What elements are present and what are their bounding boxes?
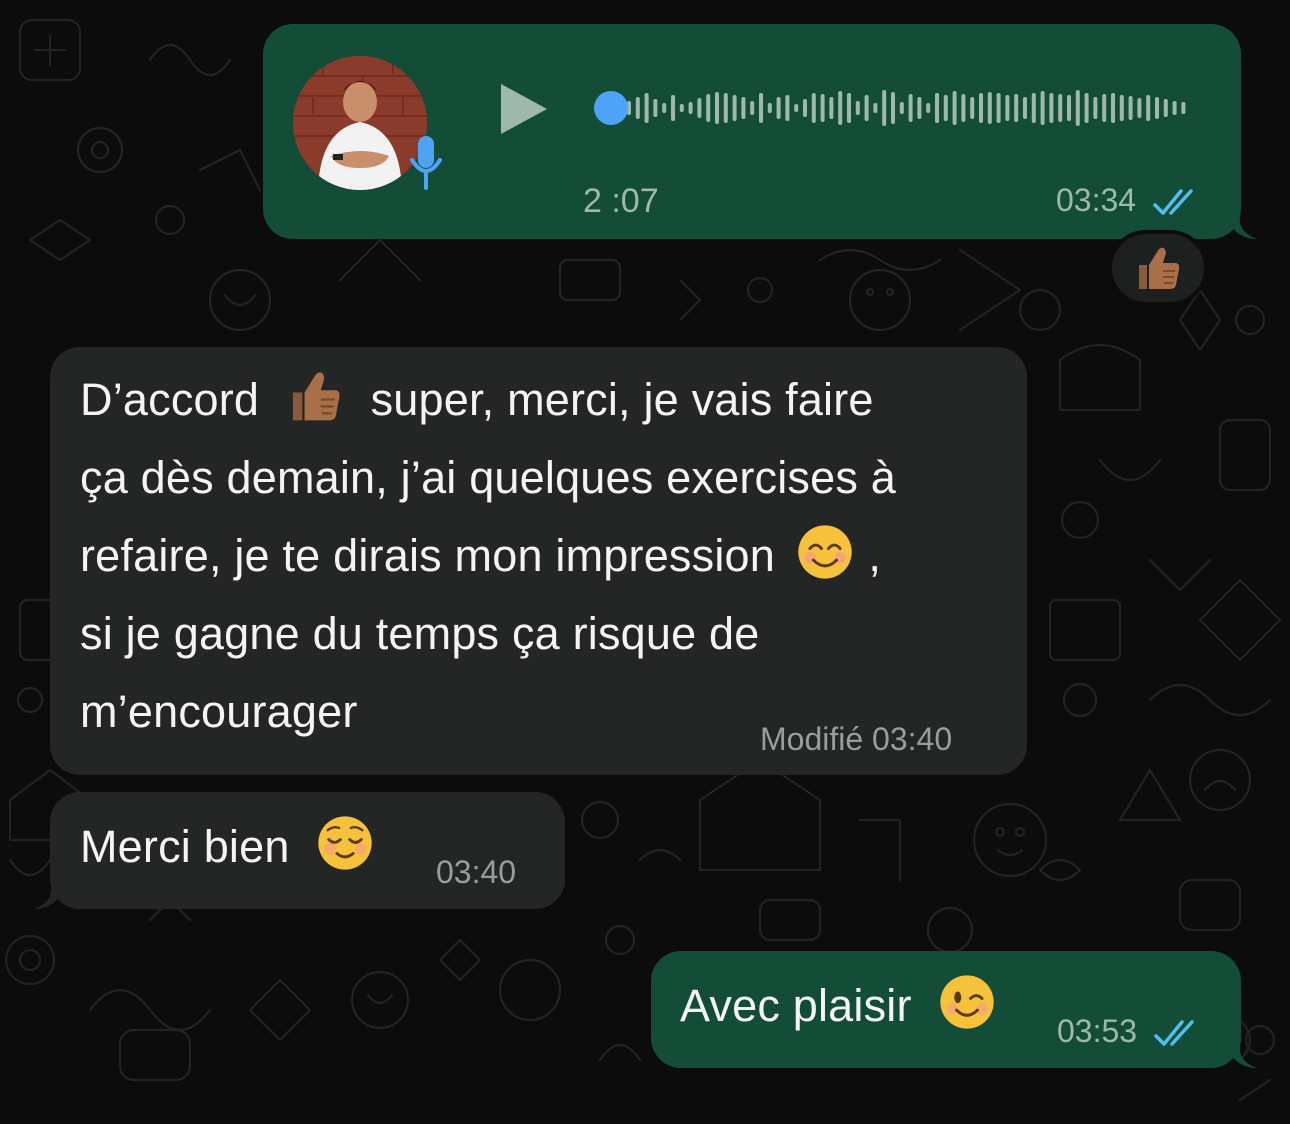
voice-message-bubble[interactable]: 2 :07 03:34 bbox=[263, 24, 1257, 239]
waveform-bar bbox=[776, 97, 781, 119]
winking-face-emoji-icon bbox=[940, 975, 995, 1029]
waveform-bar bbox=[1181, 102, 1186, 114]
sender-avatar bbox=[293, 56, 427, 190]
message-line: refaire, je te dirais mon impression , bbox=[80, 517, 896, 595]
waveform-bar bbox=[1155, 97, 1159, 119]
smiling-face-emoji-icon bbox=[797, 525, 852, 579]
waveform-bar bbox=[952, 91, 957, 125]
message-text: D’accord super, merci, je vais faire ça … bbox=[80, 361, 896, 751]
waveform-bar bbox=[1111, 93, 1115, 123]
outgoing-message-bubble[interactable]: Avec plaisir 03:53 bbox=[651, 951, 1257, 1068]
waveform-bar bbox=[1049, 93, 1054, 123]
waveform-bar bbox=[899, 102, 904, 114]
waveform-bar bbox=[1084, 93, 1089, 123]
waveform-bar bbox=[855, 101, 860, 115]
waveform-bar bbox=[1137, 98, 1142, 118]
incoming-message-bubble[interactable]: D’accord super, merci, je vais faire ça … bbox=[50, 347, 1027, 775]
waveform-bar bbox=[688, 102, 693, 114]
waveform-bar bbox=[1058, 94, 1063, 122]
message-line: si je gagne du temps ça risque de bbox=[80, 608, 760, 659]
voice-duration: 2 :07 bbox=[583, 182, 659, 220]
waveform-bar bbox=[970, 97, 975, 119]
waveform-bar bbox=[847, 93, 851, 123]
waveform-bar bbox=[803, 99, 807, 117]
waveform-bar bbox=[1023, 97, 1027, 119]
waveform-bar bbox=[838, 91, 843, 125]
message-time: 03:40 bbox=[436, 854, 517, 890]
chat-view: 2 :07 03:34 D’accord super, merci, je va… bbox=[0, 0, 1290, 1124]
bubble-tail bbox=[1223, 211, 1257, 239]
waveform-bar bbox=[987, 92, 992, 124]
message-meta: 03:53 bbox=[1057, 1013, 1200, 1050]
waveform-bar bbox=[671, 95, 675, 121]
thumbs-up-icon bbox=[1139, 247, 1180, 289]
waveform-bar bbox=[1172, 101, 1177, 115]
relieved-face-emoji-icon bbox=[318, 816, 372, 870]
waveform-bar bbox=[679, 104, 684, 112]
waveform-bar bbox=[1014, 94, 1019, 122]
waveform-bar bbox=[1146, 95, 1151, 121]
waveform-bar bbox=[715, 92, 719, 124]
double-check-read-icon bbox=[1154, 1019, 1194, 1046]
waveform-bar bbox=[750, 101, 755, 115]
double-check-read-icon bbox=[1153, 188, 1193, 215]
bubble-tail bbox=[34, 881, 68, 909]
waveform-bar bbox=[794, 104, 799, 112]
waveform-bar bbox=[1102, 94, 1107, 122]
reaction-badge[interactable] bbox=[1108, 230, 1208, 306]
waveform-bar bbox=[961, 94, 966, 122]
incoming-message-bubble[interactable]: Merci bien 03:40 bbox=[34, 792, 565, 909]
audio-waveform[interactable] bbox=[593, 82, 1203, 134]
waveform-bar bbox=[635, 97, 640, 119]
message-time: 03:34 bbox=[1056, 182, 1137, 218]
message-meta: Modifié 03:40 bbox=[760, 721, 953, 757]
waveform-bar bbox=[935, 93, 939, 123]
waveform-bar bbox=[864, 95, 869, 121]
waveform-bar bbox=[1093, 97, 1098, 119]
waveform-bar bbox=[741, 97, 746, 119]
waveform-bar bbox=[1075, 90, 1080, 126]
message-line: D’accord super, merci, je vais faire bbox=[80, 361, 896, 439]
waveform-bar bbox=[759, 93, 763, 123]
waveform-bar bbox=[996, 93, 1001, 123]
waveform-bar bbox=[908, 94, 913, 122]
microphone-icon bbox=[410, 136, 442, 190]
waveform-bar bbox=[1031, 93, 1036, 123]
waveform-bar bbox=[697, 98, 702, 118]
waveform-bar bbox=[662, 103, 667, 113]
waveform-bar bbox=[829, 97, 834, 119]
message-text: Avec plaisir bbox=[680, 967, 996, 1045]
waveform-bar bbox=[943, 95, 948, 121]
message-meta: 03:34 bbox=[1056, 182, 1199, 219]
waveform-bar bbox=[706, 94, 711, 122]
waveform-bar bbox=[1067, 95, 1071, 121]
waveform-bar bbox=[1163, 99, 1168, 117]
waveform-bar bbox=[926, 103, 931, 113]
bubble-tail bbox=[1223, 1040, 1257, 1068]
play-icon[interactable] bbox=[499, 82, 549, 136]
playhead bbox=[594, 91, 628, 125]
message-text: Merci bien bbox=[80, 808, 374, 886]
waveform-bar bbox=[811, 93, 816, 123]
message-time: 03:53 bbox=[1057, 1013, 1138, 1049]
waveform-bar bbox=[723, 93, 728, 123]
waveform-bar bbox=[732, 95, 737, 121]
waveform-bar bbox=[644, 93, 649, 123]
thumbs-up-emoji-icon bbox=[292, 372, 340, 421]
waveform-bar bbox=[785, 95, 790, 121]
waveform-bar bbox=[1040, 91, 1045, 125]
waveform-bar bbox=[767, 103, 772, 113]
waveform-bar bbox=[917, 97, 922, 119]
waveform-bar bbox=[1005, 95, 1010, 121]
waveform-bar bbox=[979, 93, 983, 123]
waveform-bar bbox=[820, 94, 825, 122]
message-line: ça dès demain, j’ai quelques exercises à bbox=[80, 452, 896, 503]
waveform-bar bbox=[1128, 96, 1133, 120]
waveform-bar bbox=[882, 90, 887, 126]
waveform-bar bbox=[1119, 95, 1124, 121]
waveform-bar bbox=[653, 99, 658, 117]
waveform-bar bbox=[891, 92, 895, 124]
waveform-bar bbox=[873, 103, 878, 113]
